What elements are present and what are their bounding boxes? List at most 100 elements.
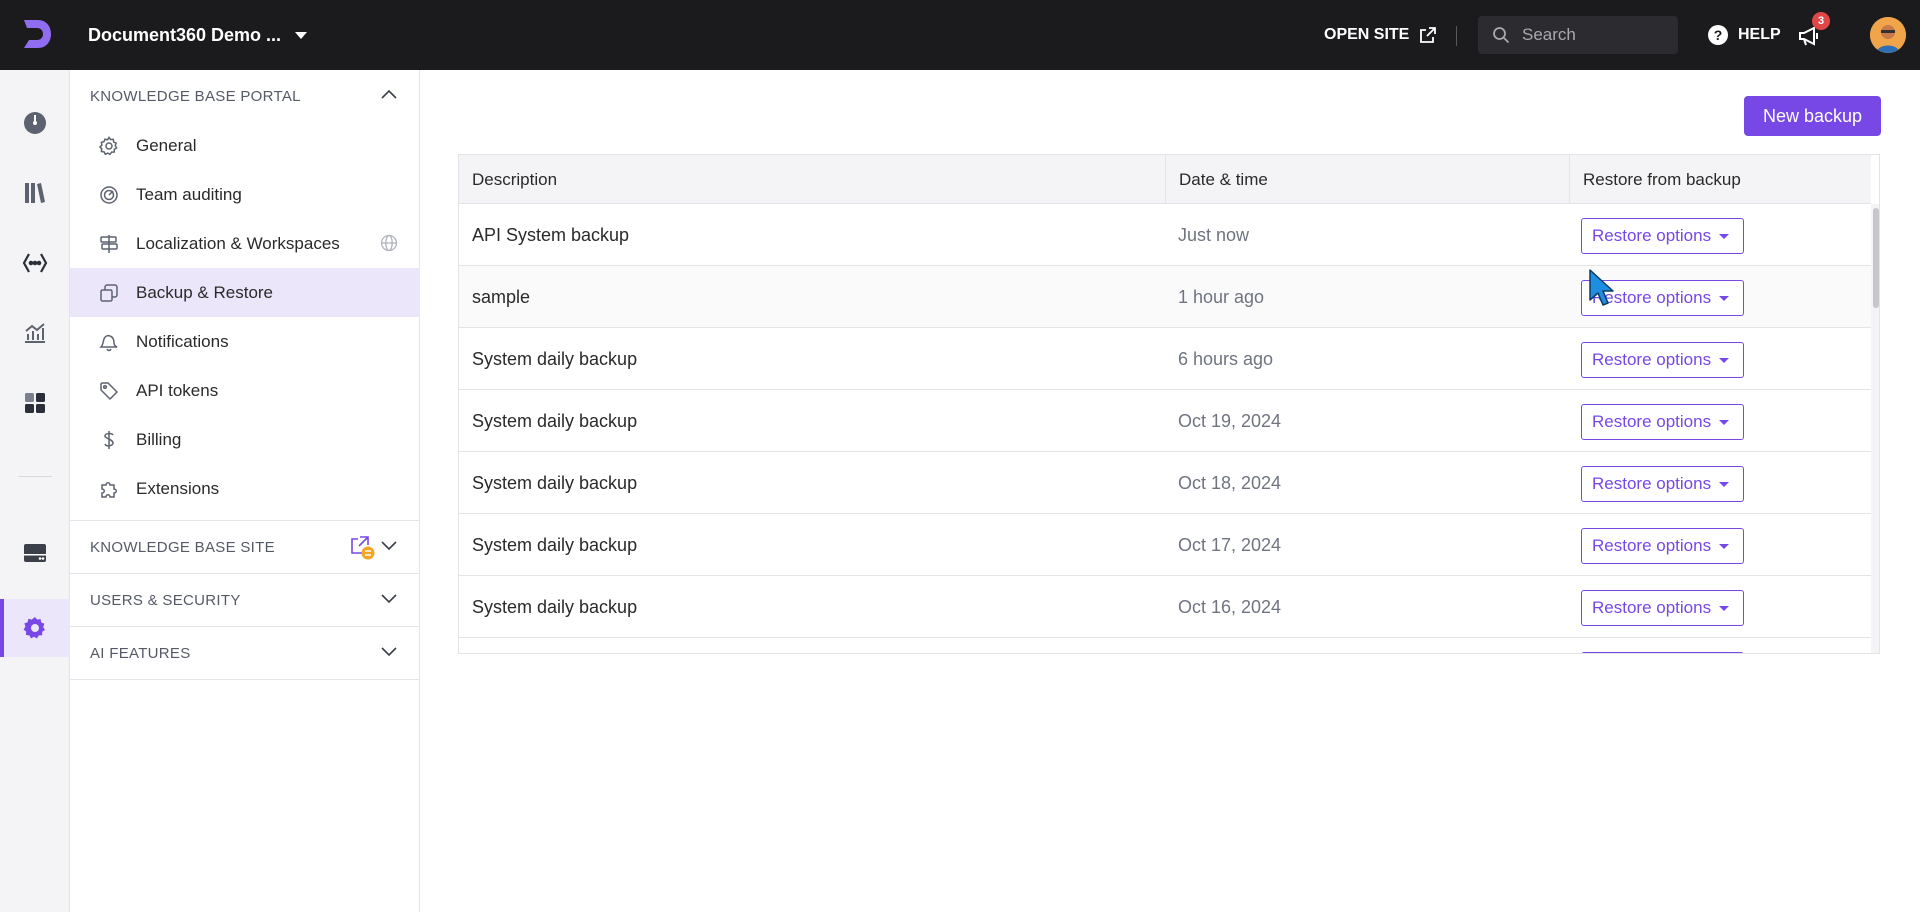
table-row-partial [459, 638, 1871, 653]
chevron-down-icon [295, 31, 308, 39]
backup-date: Oct 16, 2024 [1178, 596, 1282, 617]
section-title: AI FEATURES [90, 644, 191, 662]
section-knowledge-base-portal[interactable]: KNOWLEDGE BASE PORTAL [70, 70, 420, 122]
drive-icon [24, 544, 46, 562]
help-button[interactable]: ? HELP [1708, 0, 1781, 70]
column-header-description: Description [472, 169, 558, 189]
tag-icon [100, 381, 119, 400]
chevron-down-icon [381, 541, 397, 551]
backup-icon [100, 283, 118, 302]
chevron-down-icon [381, 647, 397, 657]
sidebar-item-label: Notifications [136, 331, 229, 351]
backup-date: Oct 18, 2024 [1178, 472, 1282, 493]
section-users-security[interactable]: USERS & SECURITY [70, 574, 420, 626]
sidebar-item-label: Backup & Restore [136, 282, 274, 302]
rail-api[interactable] [0, 234, 70, 292]
restore-options-button[interactable]: Restore options [1581, 218, 1744, 254]
sidebar-item-label: Extensions [136, 478, 220, 498]
rail-widgets[interactable] [0, 374, 70, 432]
backup-date: Oct 17, 2024 [1178, 534, 1282, 555]
signpost-icon [100, 234, 118, 253]
search-icon [1493, 27, 1510, 44]
table-row: sample 1 hour ago Restore options [459, 266, 1871, 328]
sidebar-item-notifications[interactable]: Notifications [70, 317, 420, 366]
open-site-link[interactable]: OPEN SITE [1324, 0, 1437, 70]
project-name: Document360 Demo ... [88, 24, 282, 45]
sidebar-item-billing[interactable]: Billing [70, 415, 420, 464]
section-ai-features[interactable]: AI FEATURES [70, 627, 420, 679]
audit-icon [100, 185, 118, 204]
backup-description: System daily backup [472, 534, 638, 555]
settings-icon [23, 617, 45, 639]
table-row: API System backup Just now Restore optio… [459, 204, 1871, 266]
document360-logo-icon[interactable] [18, 16, 54, 52]
restore-options-button[interactable]: Restore options [1581, 466, 1744, 502]
notification-badge: 3 [1812, 12, 1830, 30]
sidebar-item-label: Localization & Workspaces [136, 233, 340, 253]
sidebar-item-team-auditing[interactable]: Team auditing [70, 170, 420, 219]
restore-options-button[interactable]: Restore options [1581, 590, 1744, 626]
backup-table: Description Date & time Restore from bac… [458, 154, 1880, 654]
documents-icon [25, 183, 45, 203]
section-knowledge-base-site[interactable]: KNOWLEDGE BASE SITE [70, 521, 420, 573]
caret-down-icon [1719, 296, 1729, 301]
chevron-down-icon [381, 594, 397, 604]
chevron-up-icon [381, 89, 397, 99]
search-input[interactable] [1522, 25, 1662, 45]
api-icon [22, 253, 48, 273]
caret-down-icon [1719, 358, 1729, 363]
widgets-icon [25, 393, 45, 413]
backup-description: sample [472, 286, 531, 307]
new-backup-button[interactable]: New backup [1744, 96, 1881, 136]
restore-options-label: Restore options [1592, 598, 1712, 617]
backup-date: 1 hour ago [1178, 286, 1265, 307]
divider [1456, 26, 1457, 46]
scrollbar-thumb[interactable] [1873, 208, 1879, 308]
column-header-restore: Restore from backup [1569, 155, 1871, 204]
external-link-icon [1420, 27, 1437, 43]
divider [70, 679, 420, 680]
help-icon: ? [1708, 25, 1728, 45]
project-switcher[interactable]: Document360 Demo ... [88, 0, 308, 70]
gear-icon [99, 135, 118, 155]
sidebar-item-api-tokens[interactable]: API tokens [70, 366, 420, 415]
table-header: Description Date & time Restore from bac… [459, 155, 1871, 204]
restore-options-button[interactable]: Restore options [1581, 404, 1744, 440]
backup-description: System daily backup [472, 472, 638, 493]
restore-options-label: Restore options [1592, 350, 1712, 369]
puzzle-icon [101, 481, 117, 498]
rail-documents[interactable] [0, 164, 70, 222]
table-scrollbar[interactable] [1871, 204, 1879, 653]
table-row: System daily backup Oct 17, 2024 Restore… [459, 514, 1871, 576]
settings-sidebar: KNOWLEDGE BASE PORTAL General Team audit… [70, 70, 420, 912]
backup-description: System daily backup [472, 410, 638, 431]
restore-options-label: Restore options [1592, 412, 1712, 431]
backup-date: 6 hours ago [1178, 348, 1274, 369]
restore-options-button[interactable] [1581, 652, 1744, 653]
avatar[interactable] [1870, 17, 1906, 53]
section-title: USERS & SECURITY [90, 591, 241, 609]
sidebar-item-general[interactable]: General [70, 121, 420, 170]
restore-options-label: Restore options [1592, 536, 1712, 555]
search-box[interactable] [1478, 16, 1678, 54]
restore-options-label: Restore options [1592, 474, 1712, 493]
rail-analytics[interactable] [0, 304, 70, 362]
restore-options-button[interactable]: Restore options [1581, 528, 1744, 564]
restore-options-button[interactable]: Restore options [1581, 280, 1744, 316]
sidebar-item-backup-restore[interactable]: Backup & Restore [70, 268, 420, 317]
sidebar-item-localization[interactable]: Localization & Workspaces [70, 219, 420, 268]
caret-down-icon [1719, 482, 1729, 487]
backup-date: Oct 19, 2024 [1178, 410, 1282, 431]
sidebar-item-label: General [136, 135, 197, 155]
sidebar-item-extensions[interactable]: Extensions [70, 464, 420, 513]
section-title: KNOWLEDGE BASE SITE [90, 538, 275, 556]
external-link-icon[interactable] [348, 533, 376, 561]
globe-icon [380, 234, 398, 252]
restore-options-button[interactable]: Restore options [1581, 342, 1744, 378]
table-row: System daily backup Oct 19, 2024 Restore… [459, 390, 1871, 452]
table-row: System daily backup Oct 18, 2024 Restore… [459, 452, 1871, 514]
rail-dashboard[interactable] [0, 94, 70, 152]
rail-drive[interactable] [0, 524, 70, 582]
rail-settings[interactable] [0, 599, 70, 657]
table-row: System daily backup Oct 16, 2024 Restore… [459, 576, 1871, 638]
